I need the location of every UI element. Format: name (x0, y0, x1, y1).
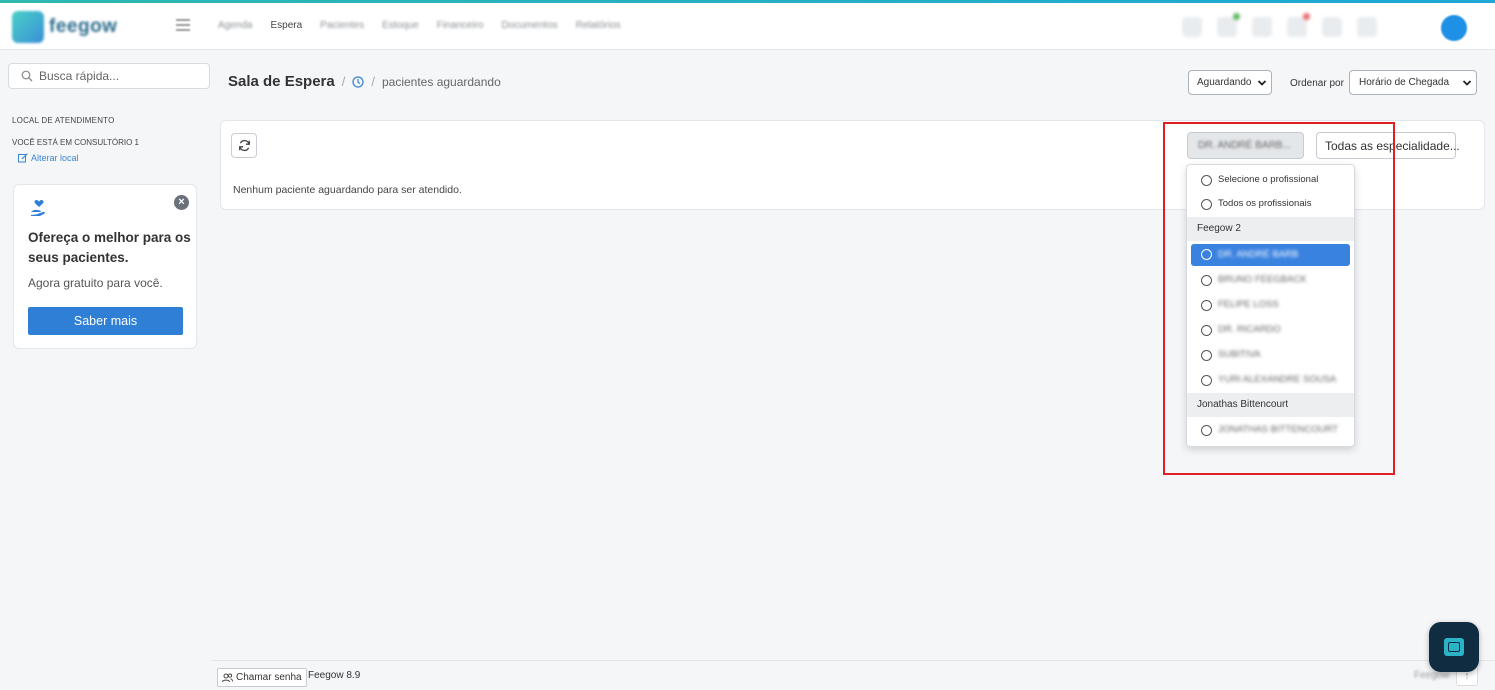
logo-text: feegow (49, 16, 118, 37)
breadcrumb-separator: / (341, 74, 346, 89)
option-label: FELIPE LOSS (1218, 299, 1279, 310)
user-avatar[interactable] (1441, 15, 1467, 41)
promo-subtitle: Agora gratuito para você. (28, 276, 163, 290)
search-input[interactable] (39, 67, 204, 85)
radio-button[interactable] (1201, 425, 1212, 436)
change-location-link[interactable]: Alterar local (18, 153, 79, 163)
current-location: VOCÊ ESTÁ EM CONSULTÓRIO 1 (12, 138, 139, 147)
radio-button[interactable] (1201, 350, 1212, 361)
close-promo-icon[interactable]: × (174, 195, 189, 210)
radio-button[interactable] (1201, 300, 1212, 311)
tasks-icon[interactable] (1322, 17, 1342, 37)
search-icon (21, 70, 33, 82)
plus-icon[interactable] (1252, 17, 1272, 37)
main-nav: Agenda Espera Pacientes Estoque Financei… (218, 20, 621, 31)
nav-item-estoque[interactable]: Estoque (382, 20, 419, 31)
status-select-value: Aguardando (1197, 77, 1252, 88)
pencil-icon[interactable] (1182, 17, 1202, 37)
page-title: Sala de Espera (228, 73, 335, 90)
radio-button[interactable] (1201, 375, 1212, 386)
clock-icon (352, 75, 365, 88)
dropdown-group-header: Jonathas Bittencourt (1187, 393, 1354, 417)
dropdown-option[interactable]: SUBITIVA (1187, 344, 1354, 368)
chat-icon[interactable] (1217, 13, 1240, 37)
dropdown-option[interactable]: DR. RICARDO (1187, 319, 1354, 343)
radio-button[interactable] (1201, 199, 1212, 210)
quick-search (8, 63, 210, 89)
specialty-filter-label: Todas as especialidade... (1325, 139, 1460, 153)
location-section-title: LOCAL DE ATENDIMENTO (12, 116, 115, 125)
chevron-down-icon (1462, 80, 1472, 86)
app-logo[interactable]: feegow (12, 11, 130, 43)
refresh-icon (239, 139, 250, 152)
radio-button[interactable] (1201, 275, 1212, 286)
settings-icon[interactable] (1357, 17, 1377, 37)
call-ticket-button[interactable]: Chamar senha (217, 668, 307, 687)
specialty-filter-button[interactable]: Todas as especialidade... (1316, 132, 1460, 159)
refresh-button[interactable] (231, 133, 257, 158)
promo-title: Ofereça o melhor para os seus pacientes. (28, 230, 191, 265)
option-label: Todos os profissionais (1218, 198, 1312, 209)
nav-item-espera[interactable]: Espera (270, 20, 302, 31)
status-select[interactable]: Aguardando (1188, 70, 1272, 95)
chat-widget-icon (1444, 638, 1464, 656)
option-label: DR. ANDRÉ BARB (1218, 249, 1299, 260)
order-by-select[interactable]: Horário de Chegada (1349, 70, 1477, 95)
call-ticket-label: Chamar senha (236, 672, 302, 683)
top-navbar: feegow Agenda Espera Pacientes Estoque F… (0, 3, 1495, 50)
app-version: Feegow 8.9 (308, 670, 361, 681)
group-label: Jonathas Bittencourt (1197, 399, 1289, 410)
option-label: BRUNO FEEGBACK (1218, 274, 1307, 285)
option-label: DR. RICARDO (1218, 324, 1281, 335)
nav-item-agenda[interactable]: Agenda (218, 20, 252, 31)
nav-item-documentos[interactable]: Documentos (502, 20, 558, 31)
option-label: YURI ALEXANDRE SOUSA (1218, 374, 1337, 385)
dropdown-option-selected[interactable]: DR. ANDRÉ BARB (1191, 244, 1350, 266)
dropdown-option[interactable]: Todos os profissionais (1187, 193, 1354, 217)
order-by-value: Horário de Chegada (1359, 77, 1450, 88)
menu-toggle-icon[interactable] (176, 19, 190, 31)
hand-heart-icon (31, 200, 45, 216)
footer-bar: Chamar senha Feegow 8.9 Feegow ↑ (212, 660, 1495, 690)
dropdown-option[interactable]: BRUNO FEEGBACK (1187, 269, 1354, 293)
users-icon (222, 673, 233, 682)
nav-item-financeiro[interactable]: Financeiro (437, 20, 484, 31)
dropdown-option[interactable]: Selecione o profissional (1187, 169, 1354, 193)
professional-filter-button[interactable]: DR. ANDRÉ BARB... (1187, 132, 1304, 159)
dropdown-option[interactable]: FELIPE LOSS (1187, 294, 1354, 318)
dropdown-option[interactable]: YURI ALEXANDRE SOUSA (1187, 369, 1354, 393)
change-location-label: Alterar local (31, 153, 79, 163)
top-toolbar-icons (1182, 13, 1377, 37)
dropdown-group-header: Feegow 2 (1187, 217, 1354, 241)
breadcrumb: Sala de Espera / / pacientes aguardando (228, 73, 501, 90)
learn-more-button[interactable]: Saber mais (28, 307, 183, 335)
radio-button[interactable] (1201, 249, 1212, 260)
professional-dropdown: Selecione o profissional Todos os profis… (1186, 164, 1355, 447)
empty-state-message: Nenhum paciente aguardando para ser aten… (233, 184, 462, 196)
order-by-label: Ordenar por (1290, 78, 1344, 89)
group-label: Feegow 2 (1197, 223, 1241, 234)
notification-icon[interactable] (1287, 13, 1310, 37)
option-label: JONATHAS BITTENCOURT (1218, 424, 1338, 435)
professional-filter-label: DR. ANDRÉ BARB... (1198, 140, 1291, 151)
chevron-down-icon (1257, 80, 1267, 86)
radio-button[interactable] (1201, 175, 1212, 186)
page-subtitle: pacientes aguardando (381, 74, 501, 89)
radio-button[interactable] (1201, 325, 1212, 336)
nav-item-pacientes[interactable]: Pacientes (320, 20, 364, 31)
edit-icon (18, 153, 28, 163)
option-label: SUBITIVA (1218, 349, 1261, 360)
breadcrumb-separator: / (371, 74, 375, 89)
chat-widget-button[interactable] (1429, 622, 1479, 672)
logo-mark (12, 11, 44, 43)
dropdown-option[interactable]: JONATHAS BITTENCOURT (1187, 419, 1354, 443)
nav-item-relatorios[interactable]: Relatórios (576, 20, 621, 31)
option-label: Selecione o profissional (1218, 174, 1319, 185)
promo-card: × Ofereça o melhor para os seus paciente… (13, 184, 197, 349)
